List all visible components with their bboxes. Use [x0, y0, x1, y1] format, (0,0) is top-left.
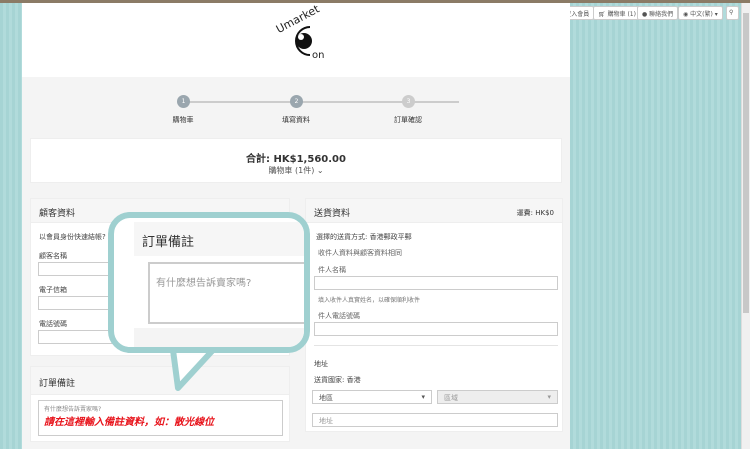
recipient-phone-label: 件人電話號碼 — [318, 312, 360, 320]
shipping-country: 送貨國家: 香港 — [314, 376, 361, 384]
recipient-name-label: 件人名稱 — [318, 266, 346, 274]
same-as-customer-checkbox[interactable]: 收件人資料與顧客資料相同 — [318, 248, 402, 258]
recipient-phone-input[interactable] — [314, 322, 558, 336]
svg-text:on: on — [312, 50, 324, 61]
step-3-dot: 3 — [402, 95, 415, 108]
notes-placeholder: 有什麼想告訴賣家嗎? — [44, 406, 102, 413]
member-login-prompt[interactable]: 以會員身份快速結帳? — [39, 232, 106, 242]
header: Umarket on — [22, 3, 570, 77]
cart-label: 購物車 (1) — [607, 11, 636, 18]
cart-button[interactable]: 🛒︎ 購物車 (1) — [593, 6, 641, 20]
shipping-method: 選擇的送貨方式: 香港郵政平郵 — [316, 233, 412, 241]
step-2-label: 填寫資料 — [282, 116, 310, 124]
district-select[interactable]: 區域 ▾ — [437, 390, 558, 404]
order-summary: 合計: HK$1,560.00 購物車 (1件) ⌄ — [30, 138, 562, 183]
phone-label: 電話號碼 — [39, 320, 67, 328]
cart-icon: 🛒︎ — [598, 11, 608, 18]
chevron-down-icon: ⌄ — [316, 166, 324, 175]
zoom-callout: 訂單備註 有什麼想告訴賣家嗎? — [108, 212, 310, 353]
search-icon: ⚲ — [729, 9, 734, 16]
name-label: 顧客名稱 — [39, 252, 67, 260]
cart-toggle[interactable]: 購物車 (1件) ⌄ — [268, 166, 323, 175]
order-total: 合計: HK$1,560.00 — [246, 154, 346, 165]
callout-textarea: 有什麼想告訴賣家嗎? — [148, 262, 304, 324]
checkout-stepper: 1 2 3 購物車 填寫資料 訂單確認 — [22, 91, 570, 131]
scrollbar[interactable] — [741, 3, 750, 449]
callout-title: 訂單備註 — [134, 222, 304, 256]
background-right — [570, 3, 741, 449]
contact-button[interactable]: ● 聯絡我們 — [637, 6, 679, 20]
background-left — [0, 3, 22, 449]
step-3-label: 訂單確認 — [394, 116, 422, 124]
caret-down-icon: ▾ — [547, 393, 551, 401]
caret-down-icon: ▾ — [421, 393, 425, 401]
order-notes-title: 訂單備註 — [31, 367, 289, 395]
search-button[interactable]: ⚲ — [726, 6, 739, 20]
step-1-label: 購物車 — [172, 116, 194, 124]
contact-label: 聯絡我們 — [649, 11, 674, 18]
recipient-name-input[interactable] — [314, 276, 558, 290]
cart-count: 購物車 (1件) — [268, 166, 315, 175]
shipping-fee: 運費: HK$0 — [516, 209, 554, 217]
shipping-title: 送貨資料 — [314, 209, 351, 219]
email-label: 電子信箱 — [39, 286, 67, 294]
step-2-dot: 2 — [290, 95, 303, 108]
region-select[interactable]: 地區 ▾ — [312, 390, 432, 404]
language-dropdown[interactable]: ◉ 中文(繁) ▾ — [678, 6, 723, 20]
svg-text:Umarket: Umarket — [274, 5, 322, 36]
address-input[interactable]: 地址 — [312, 413, 558, 427]
order-notes-card: 訂單備註 有什麼想告訴賣家嗎? 請在這裡輸入備註資料，如：散光線位 — [30, 366, 290, 442]
address-title: 地址 — [314, 360, 328, 368]
order-notes-textarea[interactable]: 有什麼想告訴賣家嗎? 請在這裡輸入備註資料，如：散光線位 — [38, 400, 283, 436]
shipping-header: 送貨資料 運費: HK$0 — [306, 199, 562, 223]
district-value: 區域 — [444, 394, 458, 402]
region-value: 地區 — [319, 394, 333, 402]
divider — [314, 345, 558, 346]
recipient-hint: 填入收件人真實姓名，以確保順利收件 — [318, 297, 421, 304]
language-label: 中文(繁) — [690, 11, 713, 18]
caret-down-icon: ▾ — [714, 11, 718, 18]
annotation-text: 請在這裡輸入備註資料，如：散光線位 — [44, 417, 214, 428]
shipping-card: 送貨資料 運費: HK$0 選擇的送貨方式: 香港郵政平郵 收件人資料與顧客資料相… — [305, 198, 563, 432]
logo[interactable]: Umarket on — [270, 5, 350, 65]
step-1-dot: 1 — [177, 95, 190, 108]
scrollbar-thumb[interactable] — [743, 13, 749, 313]
